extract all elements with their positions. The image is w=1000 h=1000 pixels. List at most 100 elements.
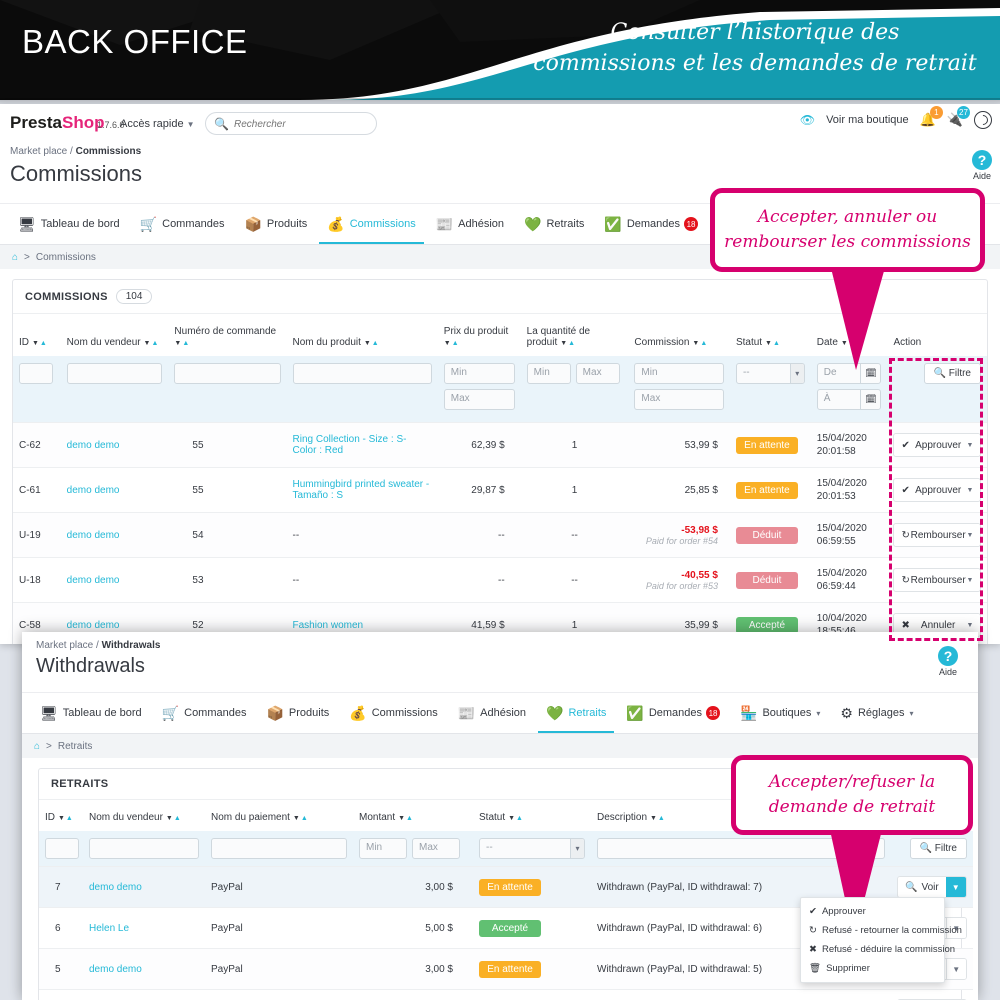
help-button[interactable]: ? Aide — [972, 150, 992, 181]
table-row[interactable]: U-19 demo demo 54 -- -- -- -53,98 $ Paid for or… — [13, 512, 987, 558]
sort-arrows-icon[interactable]: ▼▲ — [689, 340, 708, 347]
sort-arrows-icon[interactable]: ▼▲ — [290, 815, 309, 822]
notifications-bell[interactable]: 🔔 1 — [920, 106, 943, 128]
withdrawal-actions-menu[interactable]: ✔ Approuver ↻ Refusé - retourner la commiss… — [800, 897, 962, 983]
column-header-nom-du-produit[interactable]: Nom du produit ▼▲ — [287, 314, 438, 356]
filter-order-input[interactable] — [174, 363, 281, 384]
sort-arrows-icon[interactable]: ▼▲ — [505, 815, 524, 822]
chevron-down-icon[interactable]: ▼ — [967, 487, 974, 494]
prestashop-logo[interactable]: PrestaShop — [10, 113, 104, 133]
row-action-button[interactable]: ✔ Approuver ▼ — [893, 478, 982, 502]
filter-product-input[interactable] — [292, 363, 432, 384]
tab-commissions[interactable]: 💰 Commissions — [349, 693, 437, 733]
table-row[interactable]: C-62 demo demo 55 Ring Collection - Size : … — [13, 422, 987, 468]
filter-id-input[interactable] — [45, 838, 79, 859]
column-header-id[interactable]: ID ▼▲ — [13, 314, 61, 356]
help-button[interactable]: ? Aide — [938, 646, 958, 677]
sort-arrows-icon[interactable]: ▼▲ — [141, 340, 160, 347]
filter-price-max[interactable]: Max — [443, 389, 515, 410]
filter-price-min[interactable]: Min — [443, 363, 515, 384]
tab-adh-sion[interactable]: 📰 Adhésion — [436, 204, 504, 244]
search-box[interactable]: 🔍 — [205, 112, 377, 135]
sort-arrows-icon[interactable]: ▼▲ — [647, 815, 666, 822]
vendor-link[interactable]: demo demo — [67, 575, 120, 586]
vendor-link[interactable]: demo demo — [89, 964, 142, 975]
row-action-button[interactable]: ↻ Rembourser ▼ — [893, 568, 982, 592]
breadcrumb-root[interactable]: Market place — [36, 640, 93, 651]
tab-tableau-de-bord[interactable]: 🖥 Tableau de bord — [18, 204, 120, 244]
tab-demandes[interactable]: ✅ Demandes 18 — [626, 693, 721, 733]
sort-arrows-icon[interactable]: ▼▲ — [444, 340, 460, 347]
avatar[interactable] — [974, 111, 992, 129]
filter-status-select[interactable]: -- ▾ — [479, 838, 585, 859]
sort-arrows-icon[interactable]: ▼▲ — [395, 815, 414, 822]
filter-payment-input[interactable] — [211, 838, 347, 859]
table-row[interactable]: C-61 demo demo 55 Hummingbird printed sweat… — [13, 467, 987, 513]
menu-item-approuver[interactable]: ✔ Approuver — [801, 902, 944, 921]
row-action-button[interactable]: ✔ Approuver ▼ — [893, 433, 982, 457]
column-header-nom-du-vendeur[interactable]: Nom du vendeur ▼▲ — [83, 800, 205, 831]
sort-arrows-icon[interactable]: ▼▲ — [361, 340, 380, 347]
tab-commandes[interactable]: 🛒 Commandes — [162, 693, 247, 733]
filter-qty-min[interactable]: Min — [526, 363, 571, 384]
tab-retraits[interactable]: 💚 Retraits — [538, 693, 615, 733]
sort-arrows-icon[interactable]: ▼▲ — [557, 340, 576, 347]
tab-produits[interactable]: 📦 Produits — [266, 693, 329, 733]
filter-commission-min[interactable]: Min — [634, 363, 724, 384]
column-header-nom-du-vendeur[interactable]: Nom du vendeur ▼▲ — [61, 314, 169, 356]
chevron-down-icon[interactable]: ▼ — [945, 959, 966, 979]
filter-commission-max[interactable]: Max — [634, 389, 724, 410]
tab-produits[interactable]: 📦 Produits — [244, 204, 307, 244]
product-link[interactable]: Ring Collection - Size : S- Color : Red — [293, 434, 407, 456]
sort-arrows-icon[interactable]: ▼▲ — [762, 340, 781, 347]
filter-vendor-input[interactable] — [66, 363, 163, 384]
view-shop-link[interactable]: Voir ma boutique — [826, 114, 909, 126]
chevron-down-icon[interactable]: ▼ — [966, 622, 973, 629]
product-link[interactable]: Fashion women — [293, 620, 364, 631]
vendor-link[interactable]: Helen Le — [89, 923, 129, 934]
table-row[interactable]: U-18 demo demo 53 -- -- -- -40,55 $ Paid for or… — [13, 557, 987, 603]
tab-commandes[interactable]: 🛒 Commandes — [140, 204, 225, 244]
vendor-link[interactable]: demo demo — [89, 882, 142, 893]
column-header-id[interactable]: ID ▼▲ — [39, 800, 83, 831]
tab-tableau-de-bord[interactable]: 🖥 Tableau de bord — [40, 693, 142, 733]
vendor-link[interactable]: demo demo — [67, 530, 120, 541]
column-header-nom-du-paiement[interactable]: Nom du paiement ▼▲ — [205, 800, 353, 831]
column-header-la-quantit-de-produit[interactable]: La quantité de produit ▼▲ — [521, 314, 629, 356]
column-header-statut[interactable]: Statut ▼▲ — [730, 314, 811, 356]
chevron-down-icon[interactable]: ▼ — [966, 532, 973, 539]
sort-arrows-icon[interactable]: ▼▲ — [55, 815, 74, 822]
sort-arrows-icon[interactable]: ▼▲ — [29, 340, 48, 347]
row-action-button[interactable]: ↻ Rembourser ▼ — [893, 523, 982, 547]
vendor-link[interactable]: demo demo — [67, 485, 120, 496]
column-header-montant[interactable]: Montant ▼▲ — [353, 800, 473, 831]
home-icon[interactable]: ⌂ — [34, 741, 40, 752]
filter-qty-max[interactable]: Max — [575, 363, 620, 384]
tab-commissions[interactable]: 💰 Commissions — [319, 204, 425, 244]
calendar-icon[interactable]: 🗓 — [860, 390, 880, 409]
chevron-down-icon[interactable]: ▼ — [945, 877, 966, 897]
home-icon[interactable]: ⌂ — [12, 252, 18, 263]
vendor-link[interactable]: demo demo — [67, 440, 120, 451]
chevron-down-icon[interactable]: ▼ — [967, 442, 974, 449]
tab-adh-sion[interactable]: 📰 Adhésion — [458, 693, 526, 733]
tab-boutiques[interactable]: 🏪 Boutiques ▾ — [740, 693, 820, 733]
product-link[interactable]: Hummingbird printed sweater - Tamaño : S — [293, 479, 430, 501]
column-header-commission[interactable]: Commission ▼▲ — [628, 314, 730, 356]
search-input[interactable] — [234, 115, 370, 133]
sort-arrows-icon[interactable]: ▼▲ — [174, 340, 190, 347]
filter-vendor-input[interactable] — [89, 838, 199, 859]
menu-item-supprimer[interactable]: 🗑 Supprimer — [801, 959, 944, 978]
sort-arrows-icon[interactable]: ▼▲ — [163, 815, 182, 822]
menu-item-refus-d-duire-la-commission[interactable]: ✖ Refusé - déduire la commission — [801, 940, 955, 959]
chevron-down-icon[interactable]: ▼ — [966, 577, 973, 584]
column-header-num-ro-de-commande[interactable]: Numéro de commande ▼▲ — [168, 314, 286, 356]
filter-amount-max[interactable]: Max — [412, 838, 460, 859]
tab-r-glages[interactable]: ⚙ Réglages ▾ — [840, 693, 913, 733]
filter-date-to[interactable]: À 🗓 — [816, 389, 882, 410]
filter-button[interactable]: 🔍 Filtre — [923, 363, 981, 384]
vendor-link[interactable]: demo demo — [67, 620, 120, 631]
filter-id-input[interactable] — [19, 363, 53, 384]
quick-access-menu[interactable]: Accès rapide ▼ — [120, 118, 195, 130]
plugins-icon[interactable]: 🔌 27 — [947, 106, 970, 128]
